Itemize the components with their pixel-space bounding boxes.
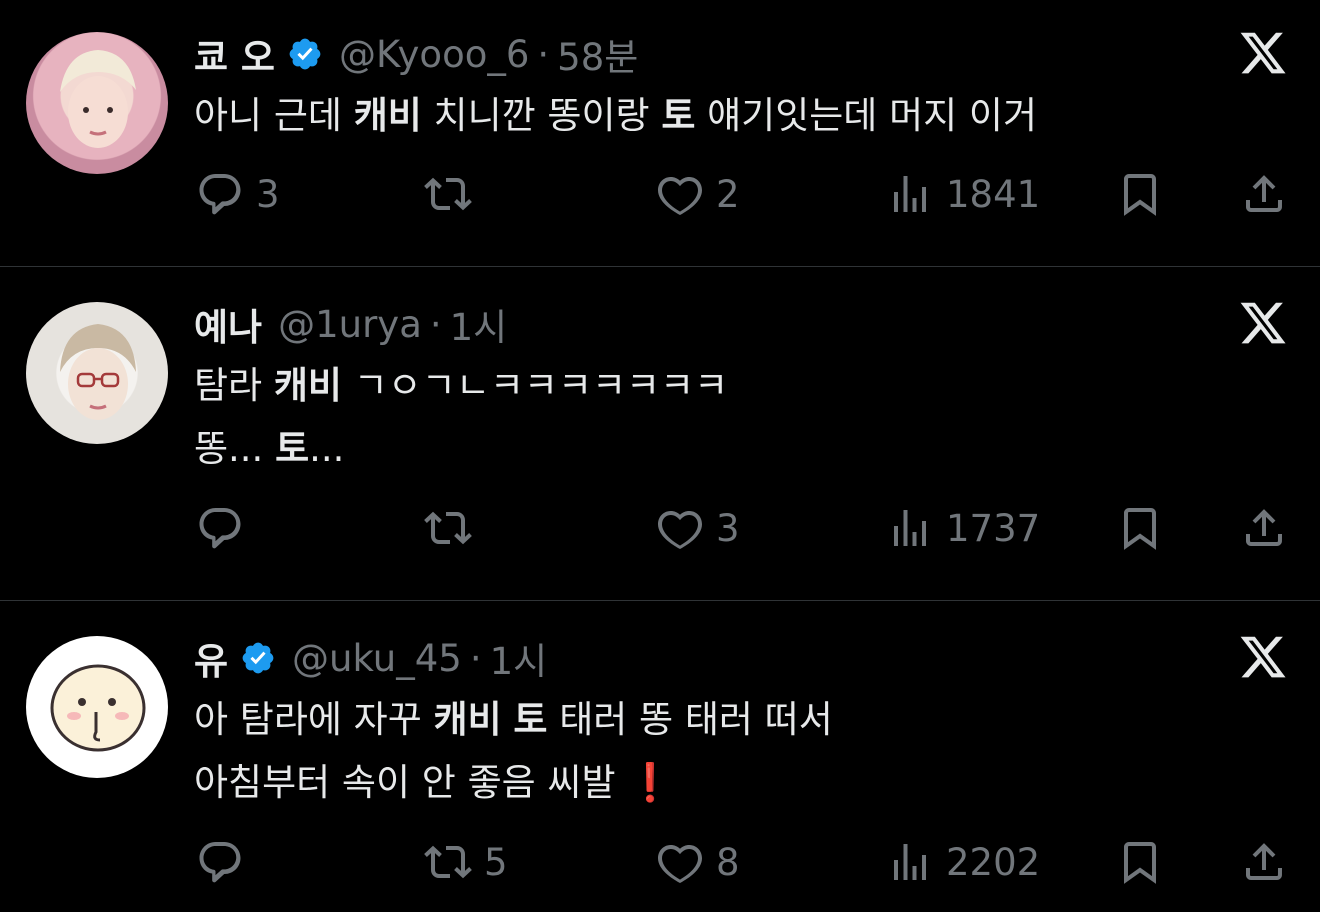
action-bar: 3 2 1841: [0, 170, 1320, 230]
bookmark-icon: [1124, 174, 1156, 216]
post-time[interactable]: 58분: [557, 27, 638, 81]
avatar[interactable]: [26, 32, 168, 174]
views-icon: [894, 510, 926, 546]
bookmark-button[interactable]: [1116, 504, 1164, 552]
like-icon: [658, 510, 702, 549]
views-button[interactable]: 1737: [886, 504, 1040, 552]
like-button[interactable]: 2: [656, 170, 740, 218]
reply-icon: [199, 508, 241, 549]
bookmark-button[interactable]: [1116, 838, 1164, 886]
share-button[interactable]: [1240, 504, 1288, 552]
views-button[interactable]: 2202: [886, 838, 1040, 886]
author-name[interactable]: 유: [194, 631, 228, 685]
like-button[interactable]: 8: [656, 838, 740, 886]
separator-dot: ·: [537, 32, 550, 76]
action-bar: 3 1737: [0, 504, 1320, 564]
views-count: 1737: [946, 506, 1041, 550]
views-button[interactable]: 1841: [886, 170, 1040, 218]
reply-button[interactable]: [196, 838, 256, 886]
retweet-button[interactable]: [424, 504, 484, 552]
reply-button[interactable]: 3: [196, 170, 280, 218]
views-icon: [894, 844, 926, 880]
tweet-line: 똥... 토...: [194, 427, 345, 470]
bookmark-icon: [1124, 842, 1156, 884]
tweet-text: 아니 근데 캐비 치니깐 똥이랑 토 얘기잇는데 머지 이거: [194, 84, 1037, 147]
action-bar: 5 8 2202: [0, 838, 1320, 898]
x-logo-icon: [1238, 28, 1288, 78]
reply-count: 3: [256, 172, 280, 216]
tweet-line: 아 탐라에 자꾸 캐비 토 태러 똥 태러 떠서: [194, 698, 833, 741]
views-count: 1841: [946, 172, 1041, 216]
post-time[interactable]: 1시: [450, 297, 508, 351]
separator-dot: ·: [469, 636, 482, 680]
reply-icon: [199, 174, 241, 215]
verified-badge-icon: [242, 642, 274, 674]
avatar[interactable]: [26, 302, 168, 444]
share-icon: [1246, 843, 1282, 880]
avatar[interactable]: [26, 636, 168, 778]
x-logo-icon: [1238, 298, 1288, 348]
like-icon: [658, 844, 702, 883]
views-count: 2202: [946, 840, 1041, 884]
x-logo-icon: [1238, 632, 1288, 682]
tweet-text: 탐라 캐비 ㄱㅇㄱㄴㅋㅋㅋㅋㅋㅋㅋ 똥... 토...: [194, 354, 728, 480]
avatar-photo-icon: [50, 664, 146, 752]
avatar-photo-icon: [60, 324, 136, 420]
retweet-icon: [424, 845, 472, 879]
exclamation-emoji: ❗: [627, 761, 674, 804]
divider: [0, 600, 1320, 601]
like-icon: [658, 176, 702, 215]
author-handle[interactable]: @1urya: [278, 303, 422, 346]
reply-icon: [199, 842, 241, 883]
author-handle[interactable]: @Kyooo_6: [339, 33, 529, 76]
author-handle[interactable]: @uku_45: [292, 637, 462, 680]
retweet-button[interactable]: 5: [424, 838, 508, 886]
retweet-button[interactable]: [424, 170, 484, 218]
share-button[interactable]: [1240, 170, 1288, 218]
share-button[interactable]: [1240, 838, 1288, 886]
bookmark-icon: [1124, 508, 1156, 550]
avatar-photo-icon: [60, 50, 136, 148]
author-name[interactable]: 쿄 오: [194, 27, 275, 81]
retweet-icon: [424, 511, 472, 545]
like-button[interactable]: 3: [656, 504, 740, 552]
divider: [0, 266, 1320, 267]
share-icon: [1246, 175, 1282, 212]
tweet-line: 탐라 캐비 ㄱㅇㄱㄴㅋㅋㅋㅋㅋㅋㅋ: [194, 364, 729, 407]
tweet-line: 아니 근데 캐비 치니깐 똥이랑 토 얘기잇는데 머지 이거: [194, 94, 1038, 137]
verified-badge-icon: [289, 38, 321, 70]
like-count: 8: [716, 840, 740, 884]
separator-dot: ·: [429, 302, 442, 346]
reply-button[interactable]: [196, 504, 256, 552]
post-time[interactable]: 1시: [490, 631, 548, 685]
views-icon: [894, 176, 926, 212]
share-icon: [1246, 509, 1282, 546]
retweet-icon: [424, 177, 472, 211]
like-count: 2: [716, 172, 740, 216]
author-name[interactable]: 예나: [194, 297, 262, 351]
retweet-count: 5: [484, 840, 508, 884]
bookmark-button[interactable]: [1116, 170, 1164, 218]
tweet-text: 아 탐라에 자꾸 캐비 토 태러 똥 태러 떠서 아침부터 속이 안 좋음 씨발…: [194, 688, 833, 814]
tweet-line: 아침부터 속이 안 좋음 씨발 ❗: [194, 761, 674, 804]
like-count: 3: [716, 506, 740, 550]
